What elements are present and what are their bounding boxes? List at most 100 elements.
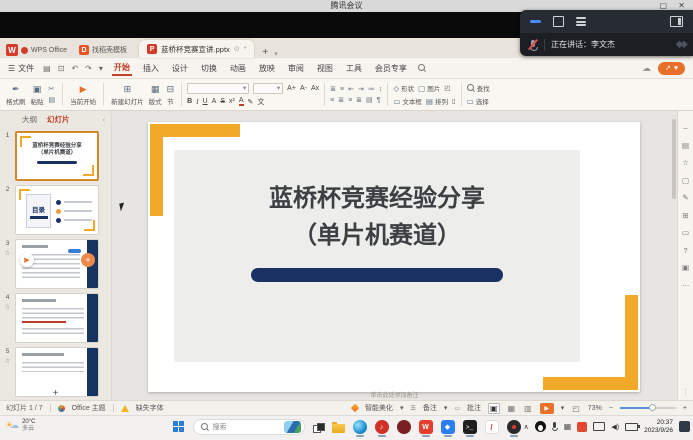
align-left-icon[interactable]: ≡ bbox=[330, 97, 334, 104]
volume-tray-icon[interactable]: ◀) bbox=[611, 423, 619, 431]
minimize-icon[interactable] bbox=[530, 20, 541, 23]
star-icon[interactable]: ☆ bbox=[4, 303, 10, 311]
tab-animation[interactable]: 动画 bbox=[228, 62, 248, 75]
weather-widget[interactable]: ☀ ☁ 20°C 多云 bbox=[5, 419, 35, 433]
tab-list-caret-icon[interactable]: ▾ bbox=[274, 50, 278, 58]
select-button[interactable]: ▭ 选择 bbox=[467, 96, 490, 106]
maximize-icon[interactable] bbox=[553, 16, 564, 27]
text-direction-icon[interactable]: ↕ bbox=[379, 86, 383, 93]
section-button[interactable]: ⊟ 节 bbox=[167, 84, 175, 106]
decrease-font-icon[interactable]: A- bbox=[300, 85, 307, 92]
zoom-slider-knob[interactable] bbox=[649, 404, 656, 411]
tray-expand-icon[interactable]: ∧ bbox=[524, 423, 529, 431]
notes-placeholder[interactable]: 单击此处添加备注 bbox=[112, 390, 677, 399]
wps-home-button[interactable]: W WPS Office bbox=[6, 42, 67, 58]
zoom-in-icon[interactable]: + bbox=[683, 405, 687, 412]
columns-icon[interactable]: ▤ bbox=[366, 96, 373, 104]
format-painter-button[interactable]: ✒ 格式刷 bbox=[6, 84, 26, 106]
slide-1[interactable]: 蓝桥杯竞赛经验分享 （单片机赛道） bbox=[148, 122, 640, 392]
outdent-icon[interactable]: ⇤ bbox=[348, 85, 354, 93]
missing-font-label[interactable]: 缺失字体 bbox=[136, 403, 164, 413]
edge-browser-icon[interactable] bbox=[353, 420, 367, 434]
member-list-icon[interactable] bbox=[576, 17, 586, 26]
shapes-button[interactable]: ◇ 形状 bbox=[393, 83, 414, 93]
terminal-icon[interactable]: >_ bbox=[463, 420, 477, 434]
tab-member[interactable]: 会员专享 bbox=[373, 62, 409, 75]
file-menu-button[interactable]: ☰ 文件 bbox=[8, 63, 34, 74]
italic-icon[interactable]: I bbox=[196, 98, 198, 106]
clear-format-icon[interactable]: Ax bbox=[311, 85, 319, 92]
slide-thumbnail-4[interactable] bbox=[15, 293, 99, 343]
search-icon[interactable] bbox=[418, 64, 426, 72]
tab-tools[interactable]: 工具 bbox=[344, 62, 364, 75]
indent-icon[interactable]: ⇥ bbox=[358, 85, 364, 93]
red-app-icon[interactable] bbox=[397, 420, 411, 434]
tab-home[interactable]: 开始 bbox=[112, 61, 132, 76]
red-tray-icon[interactable] bbox=[577, 422, 587, 432]
doc-pin-icon[interactable]: * bbox=[244, 46, 247, 53]
mic-tray-icon[interactable] bbox=[552, 422, 558, 432]
font-color-icon[interactable]: A bbox=[239, 97, 244, 106]
tab-design[interactable]: 设计 bbox=[170, 62, 190, 75]
cloud-sync-icon[interactable]: ☁ bbox=[642, 63, 651, 74]
theme-label[interactable]: Office 主题 bbox=[72, 403, 106, 413]
taskbar-clock[interactable]: 20:37 2023/9/26 bbox=[644, 419, 673, 435]
highlight-icon[interactable]: ✎ bbox=[248, 98, 254, 106]
superscript-icon[interactable]: x² bbox=[229, 98, 235, 105]
rail-layout-icon[interactable]: ▭ bbox=[682, 228, 689, 237]
rail-gift-icon[interactable]: ▣ bbox=[682, 263, 689, 272]
beautify-caret-icon[interactable]: ▾ bbox=[400, 404, 404, 412]
tab-slides[interactable]: 幻灯片 bbox=[47, 114, 70, 125]
taskbar-search-box[interactable]: 搜索 bbox=[193, 419, 305, 435]
battery-icon[interactable] bbox=[625, 423, 638, 431]
fit-slide-icon[interactable]: ◰ bbox=[571, 404, 581, 413]
slide-thumbnail-1[interactable]: 蓝桥杯竞赛经验分享 （单片机赛道） bbox=[15, 131, 99, 181]
font-size-select[interactable]: ▾ bbox=[253, 83, 283, 94]
copy-icon[interactable]: ▤ bbox=[49, 96, 56, 104]
rail-newpage-icon[interactable]: ⊞ bbox=[682, 211, 688, 220]
muted-mic-icon[interactable] bbox=[528, 39, 538, 51]
slideshow-caret-icon[interactable]: ▾ bbox=[561, 404, 565, 412]
new-tab-button[interactable]: + bbox=[262, 47, 268, 58]
save-icon[interactable]: ▤ bbox=[43, 64, 51, 73]
customize-qat-icon[interactable]: ▾ bbox=[99, 64, 103, 73]
font-family-select[interactable]: ▾ bbox=[187, 83, 249, 94]
rail-favorite-icon[interactable]: ☆ bbox=[682, 158, 689, 167]
bold-icon[interactable]: B bbox=[187, 98, 192, 105]
document-tab[interactable]: P 蓝桥杯竞赛宣讲.pptx ⊙ * bbox=[139, 40, 254, 58]
comment-button[interactable]: 批注 bbox=[467, 403, 481, 413]
layout-button[interactable]: ▦ 版式 bbox=[149, 84, 162, 106]
task-view-icon[interactable] bbox=[313, 423, 324, 432]
play-from-slide-button[interactable]: ▶ bbox=[20, 253, 34, 267]
paste-button[interactable]: ▣ 粘贴 bbox=[31, 84, 44, 106]
normal-view-icon[interactable]: ▣ bbox=[488, 403, 500, 414]
cut-icon[interactable]: ✂ bbox=[49, 85, 56, 93]
slide-title-text[interactable]: 蓝桥杯竞赛经验分享 （单片机赛道） bbox=[174, 180, 580, 254]
ime-tray-icon[interactable]: ▦ bbox=[564, 422, 572, 431]
insert-more2-icon[interactable]: ▯ bbox=[452, 97, 456, 105]
slide-title-panel[interactable]: 蓝桥杯竞赛经验分享 （单片机赛道） bbox=[174, 150, 580, 362]
arrange-button[interactable]: ▤ 排列 bbox=[426, 96, 448, 106]
pen-app-icon[interactable]: / bbox=[485, 420, 499, 434]
align-right-icon[interactable]: ≡ bbox=[348, 97, 352, 104]
tab-view[interactable]: 视图 bbox=[315, 62, 335, 75]
find-button[interactable]: 查找 bbox=[467, 83, 490, 93]
star-icon[interactable]: ☆ bbox=[4, 357, 10, 365]
doc-sync-icon[interactable]: ⊙ bbox=[234, 45, 240, 53]
meeting-app-icon[interactable]: ◆ bbox=[441, 420, 455, 434]
qq-tray-icon[interactable] bbox=[535, 421, 546, 432]
zoom-level[interactable]: 73% bbox=[588, 405, 602, 412]
share-button[interactable]: ↗ ♥ bbox=[658, 62, 685, 75]
read-view-icon[interactable]: ▥ bbox=[523, 404, 533, 413]
tab-slideshow[interactable]: 放映 bbox=[257, 62, 277, 75]
underline-icon[interactable]: U bbox=[203, 98, 208, 105]
canvas-scrollbar[interactable] bbox=[672, 119, 676, 199]
wps-taskbar-icon[interactable]: W bbox=[419, 420, 433, 434]
tab-insert[interactable]: 插入 bbox=[141, 62, 161, 75]
tab-transition[interactable]: 切换 bbox=[199, 62, 219, 75]
redo-icon[interactable]: ↷ bbox=[85, 64, 92, 73]
picture-button[interactable]: ▢ 图片 bbox=[418, 83, 440, 93]
switch-view-icon[interactable] bbox=[670, 16, 683, 27]
character-icon[interactable]: A bbox=[212, 98, 217, 105]
tab-outline[interactable]: 大纲 bbox=[22, 114, 37, 125]
